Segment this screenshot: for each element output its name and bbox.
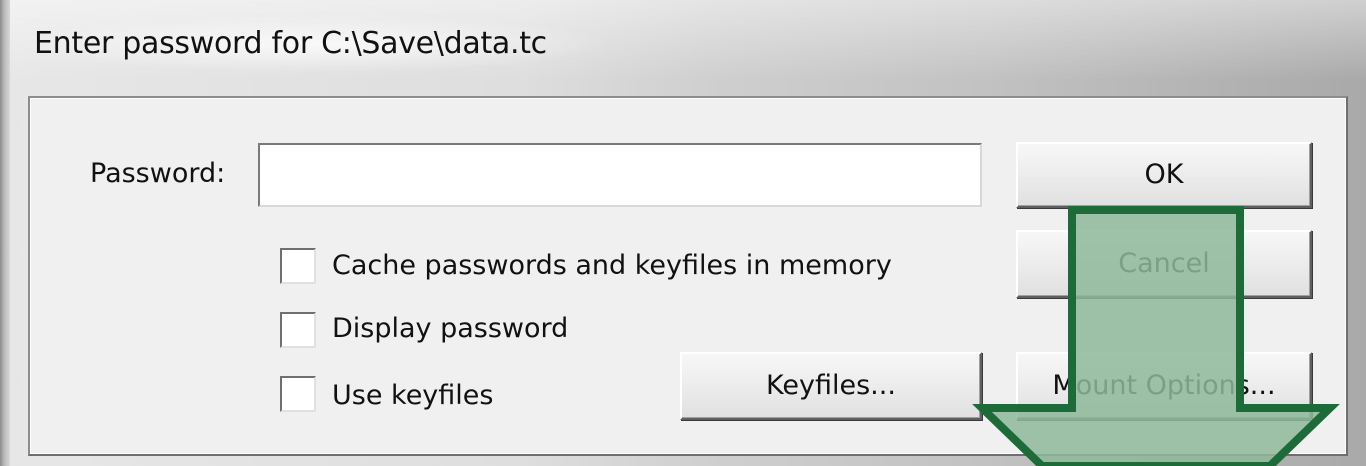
- display-password-label[interactable]: Display password: [332, 313, 568, 344]
- cancel-button[interactable]: Cancel: [1016, 230, 1312, 298]
- mount-options-button[interactable]: Mount Options...: [1016, 352, 1312, 420]
- password-dialog-window: Enter password for C:\Save\data.tc Passw…: [0, 0, 1366, 466]
- password-input[interactable]: [258, 143, 982, 207]
- use-keyfiles-label[interactable]: Use keyfiles: [332, 380, 493, 411]
- window-title: Enter password for C:\Save\data.tc: [34, 26, 547, 61]
- password-label: Password:: [90, 158, 226, 189]
- cache-passwords-checkbox[interactable]: [280, 248, 316, 284]
- display-password-checkbox[interactable]: [280, 312, 316, 348]
- use-keyfiles-checkbox[interactable]: [280, 376, 316, 412]
- ok-button[interactable]: OK: [1016, 142, 1312, 208]
- keyfiles-button[interactable]: Keyfiles...: [680, 352, 982, 420]
- cache-passwords-label[interactable]: Cache passwords and keyfiles in memory: [332, 250, 892, 281]
- window-frame: [0, 0, 10, 466]
